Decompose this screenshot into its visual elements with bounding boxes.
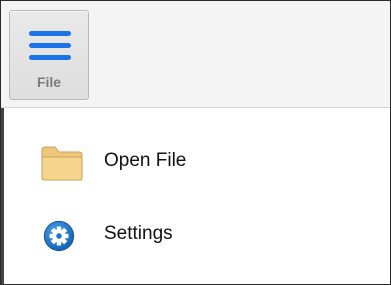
gear-icon: [43, 220, 75, 252]
file-menu-dropdown: Open File Settings: [1, 108, 390, 284]
file-menu-button[interactable]: File: [9, 10, 89, 100]
folder-icon: [41, 146, 83, 181]
menu-item-label: Settings: [104, 223, 173, 244]
menu-item-open-file[interactable]: Open File: [4, 132, 390, 192]
hamburger-menu-icon: [29, 31, 71, 60]
file-button-label: File: [36, 74, 62, 90]
app-window: File Open File Settings: [0, 0, 391, 285]
menu-item-label: Open File: [104, 150, 187, 171]
menu-item-settings[interactable]: Settings: [4, 206, 390, 266]
toolbar: File: [1, 1, 390, 108]
